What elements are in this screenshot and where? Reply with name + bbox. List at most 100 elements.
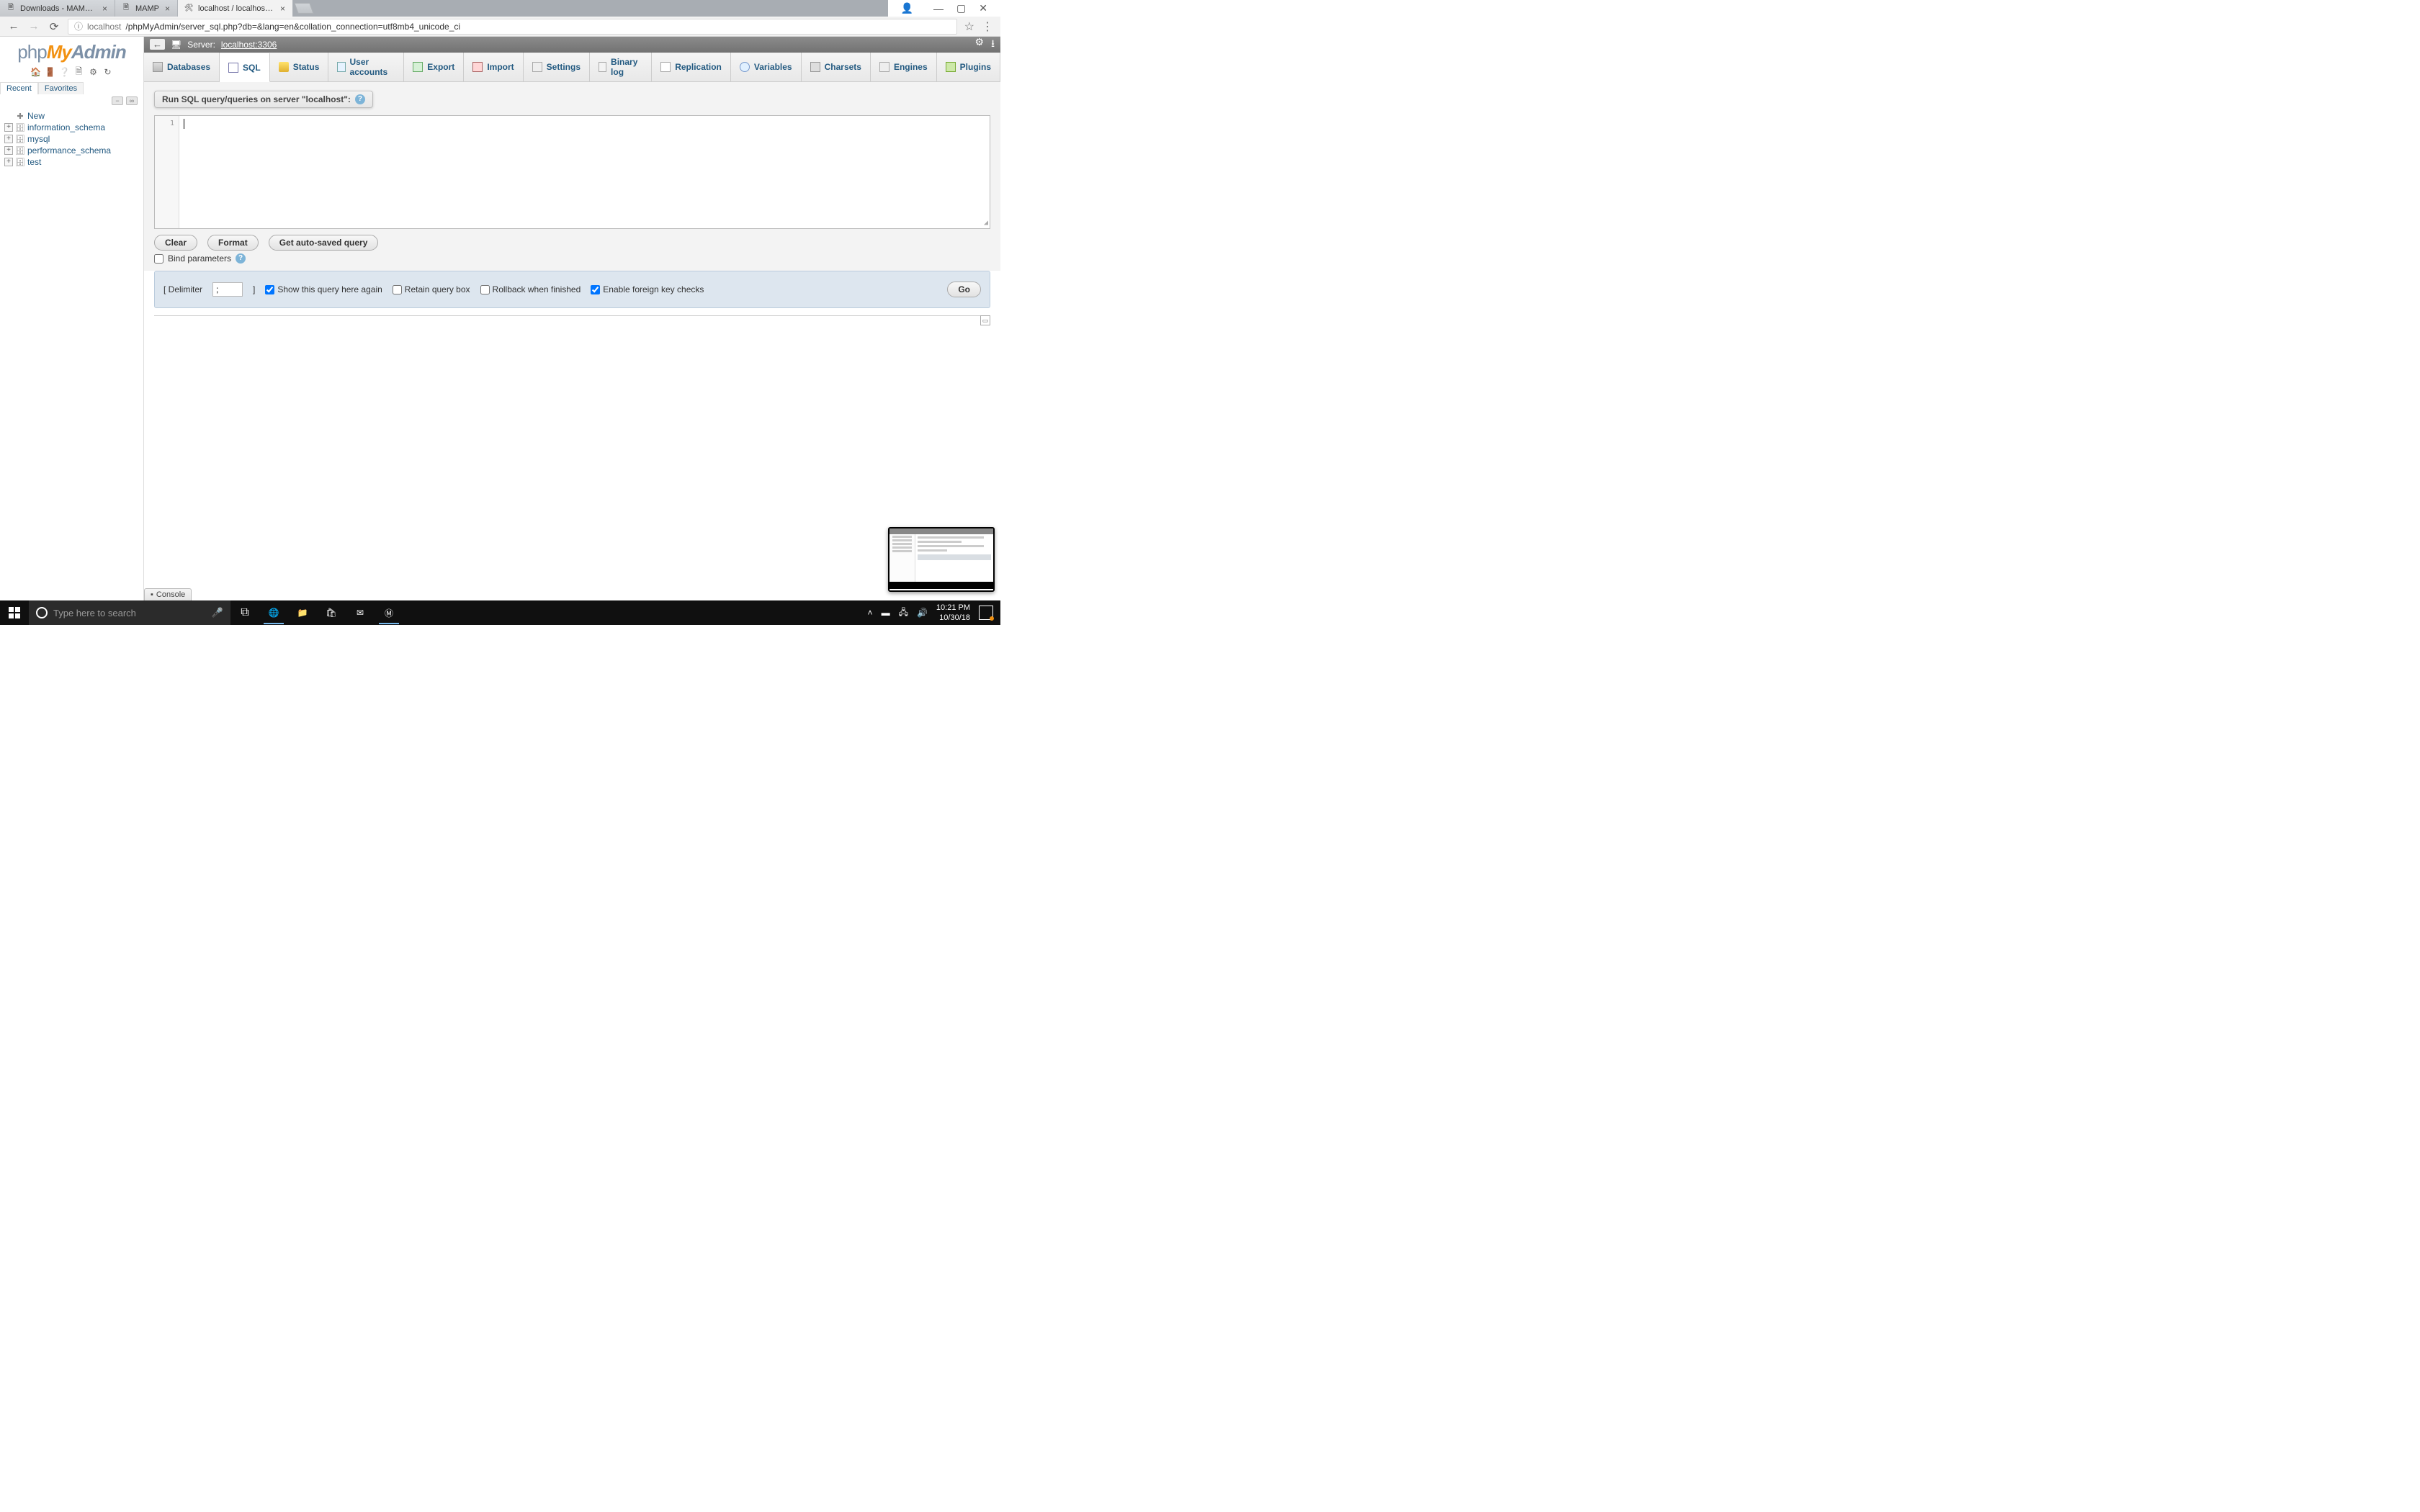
browser-tab-2[interactable]: 🛠 localhost / localhost | ph × bbox=[178, 0, 293, 17]
back-icon[interactable]: ← bbox=[7, 20, 20, 32]
close-window-icon[interactable]: ✕ bbox=[979, 2, 987, 14]
browser-tab-0[interactable]: 🗎 Downloads - MAMP & M × bbox=[0, 0, 115, 17]
database-icon: 🗄 bbox=[15, 123, 25, 132]
reload-icon[interactable]: ↻ bbox=[102, 66, 114, 78]
close-icon[interactable]: × bbox=[163, 4, 171, 14]
url-input[interactable]: ⓘ localhost/phpMyAdmin/server_sql.php?db… bbox=[68, 19, 957, 35]
tab-plugins[interactable]: Plugins bbox=[937, 53, 1000, 81]
expand-icon[interactable]: + bbox=[4, 158, 13, 166]
status-icon bbox=[279, 62, 289, 72]
sql-editor[interactable]: 1 ◢ bbox=[154, 115, 990, 229]
tray-chevron-icon[interactable]: ˄ bbox=[868, 608, 873, 618]
tab-binary-log[interactable]: Binary log bbox=[590, 53, 652, 81]
retain-checkbox[interactable] bbox=[393, 285, 402, 294]
tab-import[interactable]: Import bbox=[464, 53, 523, 81]
user-avatar-icon[interactable]: 👤 bbox=[901, 2, 913, 14]
expand-icon[interactable]: + bbox=[4, 135, 13, 143]
browser-tab-1[interactable]: 🗎 MAMP × bbox=[115, 0, 178, 17]
fk-checkbox[interactable] bbox=[591, 285, 600, 294]
tab-settings[interactable]: Settings bbox=[524, 53, 590, 81]
reload-icon[interactable]: ⟳ bbox=[48, 20, 60, 33]
maximize-icon[interactable]: ▢ bbox=[956, 2, 966, 14]
close-icon[interactable]: × bbox=[279, 4, 287, 14]
tab-export[interactable]: Export bbox=[404, 53, 464, 81]
tree-db-label: performance_schema bbox=[27, 145, 111, 156]
settings-icon[interactable]: ⚙ bbox=[88, 66, 99, 78]
help-icon[interactable]: ? bbox=[355, 94, 365, 104]
option-foreign-key[interactable]: Enable foreign key checks bbox=[591, 284, 704, 294]
tab-sql[interactable]: SQL bbox=[220, 53, 270, 82]
delimiter-input[interactable] bbox=[212, 282, 243, 297]
taskbar-app-explorer[interactable]: 📁 bbox=[288, 600, 317, 625]
sql-icon[interactable]: 🗎 bbox=[73, 66, 85, 78]
battery-icon[interactable]: ▬ bbox=[882, 608, 890, 618]
network-icon[interactable]: 🖧 bbox=[899, 606, 908, 621]
picture-in-picture-preview[interactable] bbox=[888, 527, 995, 592]
charsets-icon bbox=[810, 62, 820, 72]
forward-icon[interactable]: → bbox=[27, 20, 40, 32]
tree-new[interactable]: ✚ New bbox=[4, 110, 139, 122]
option-show-again[interactable]: Show this query here again bbox=[265, 284, 382, 294]
clear-button[interactable]: Clear bbox=[154, 235, 197, 251]
tab-databases[interactable]: Databases bbox=[144, 53, 220, 81]
close-icon[interactable]: × bbox=[101, 4, 109, 14]
bookmark-icon[interactable]: ☆ bbox=[964, 19, 974, 34]
taskbar-search[interactable]: Type here to search 🎤 bbox=[29, 600, 230, 625]
bookmark-sql-icon[interactable]: ▭ bbox=[980, 315, 990, 325]
phpmyadmin-logo[interactable]: phpMyAdmin bbox=[0, 37, 143, 65]
rollback-checkbox[interactable] bbox=[480, 285, 490, 294]
tab-charsets[interactable]: Charsets bbox=[802, 53, 871, 81]
sidebar-tab-recent[interactable]: Recent bbox=[0, 82, 38, 94]
volume-icon[interactable]: 🔊 bbox=[917, 608, 928, 618]
console-tab[interactable]: ▪ Console bbox=[144, 588, 192, 600]
tree-db-information-schema[interactable]: + 🗄 information_schema bbox=[4, 122, 139, 133]
option-retain-query[interactable]: Retain query box bbox=[393, 284, 470, 294]
docs-icon[interactable]: ❔ bbox=[59, 66, 71, 78]
address-bar: ← → ⟳ ⓘ localhost/phpMyAdmin/server_sql.… bbox=[0, 17, 1000, 37]
collapse-icon[interactable]: − bbox=[112, 96, 123, 105]
variables-icon bbox=[740, 62, 750, 72]
resize-handle-icon[interactable]: ◢ bbox=[984, 219, 988, 227]
show-again-checkbox[interactable] bbox=[265, 285, 274, 294]
taskbar-app-store[interactable]: 🛍 bbox=[317, 600, 346, 625]
tree-db-test[interactable]: + 🗄 test bbox=[4, 156, 139, 168]
expand-icon[interactable]: + bbox=[4, 146, 13, 155]
delimiter-close-bracket: ] bbox=[253, 284, 255, 294]
site-info-icon[interactable]: ⓘ bbox=[74, 20, 83, 32]
option-rollback[interactable]: Rollback when finished bbox=[480, 284, 581, 294]
page-settings-icon[interactable]: ⚙ bbox=[975, 37, 985, 53]
tab-replication[interactable]: Replication bbox=[652, 53, 731, 81]
taskbar-clock[interactable]: 10:21 PM 10/30/18 bbox=[936, 603, 970, 623]
sidebar-quick-icons: 🏠 🚪 ❔ 🗎 ⚙ ↻ bbox=[0, 65, 143, 82]
taskbar-app-mail[interactable]: ✉ bbox=[346, 600, 375, 625]
sidebar-tab-favorites[interactable]: Favorites bbox=[38, 82, 84, 94]
mic-icon[interactable]: 🎤 bbox=[212, 607, 223, 618]
tab-engines[interactable]: Engines bbox=[871, 53, 937, 81]
new-tab-button[interactable] bbox=[294, 3, 313, 14]
tab-variables[interactable]: Variables bbox=[731, 53, 802, 81]
sql-textarea[interactable]: ◢ bbox=[179, 116, 990, 228]
server-link[interactable]: localhost:3306 bbox=[221, 40, 277, 50]
minimize-icon[interactable]: — bbox=[933, 3, 944, 14]
unlink-icon[interactable]: ∞ bbox=[126, 96, 138, 105]
panel-collapse-icon[interactable]: ← bbox=[150, 39, 165, 50]
get-autosaved-button[interactable]: Get auto-saved query bbox=[269, 235, 379, 251]
bind-parameters-checkbox[interactable] bbox=[154, 254, 163, 264]
format-button[interactable]: Format bbox=[207, 235, 259, 251]
browser-menu-icon[interactable]: ⋮ bbox=[982, 19, 993, 34]
taskbar-app-mamp[interactable]: Ⓜ bbox=[375, 600, 403, 625]
home-icon[interactable]: 🏠 bbox=[30, 66, 42, 78]
task-view-icon[interactable]: ⧉ bbox=[230, 600, 259, 625]
logout-icon[interactable]: 🚪 bbox=[45, 66, 56, 78]
action-center-icon[interactable] bbox=[979, 606, 993, 620]
tab-status[interactable]: Status bbox=[270, 53, 329, 81]
expand-icon[interactable]: + bbox=[4, 123, 13, 132]
go-button[interactable]: Go bbox=[947, 282, 981, 297]
tree-db-performance-schema[interactable]: + 🗄 performance_schema bbox=[4, 145, 139, 156]
tab-user-accounts[interactable]: User accounts bbox=[328, 53, 404, 81]
taskbar-app-chrome[interactable]: 🌐 bbox=[259, 600, 288, 625]
tree-db-mysql[interactable]: + 🗄 mysql bbox=[4, 133, 139, 145]
start-button[interactable] bbox=[0, 600, 29, 625]
help-icon[interactable]: ? bbox=[236, 253, 246, 264]
page-pin-icon[interactable]: ⭳ bbox=[991, 37, 995, 53]
